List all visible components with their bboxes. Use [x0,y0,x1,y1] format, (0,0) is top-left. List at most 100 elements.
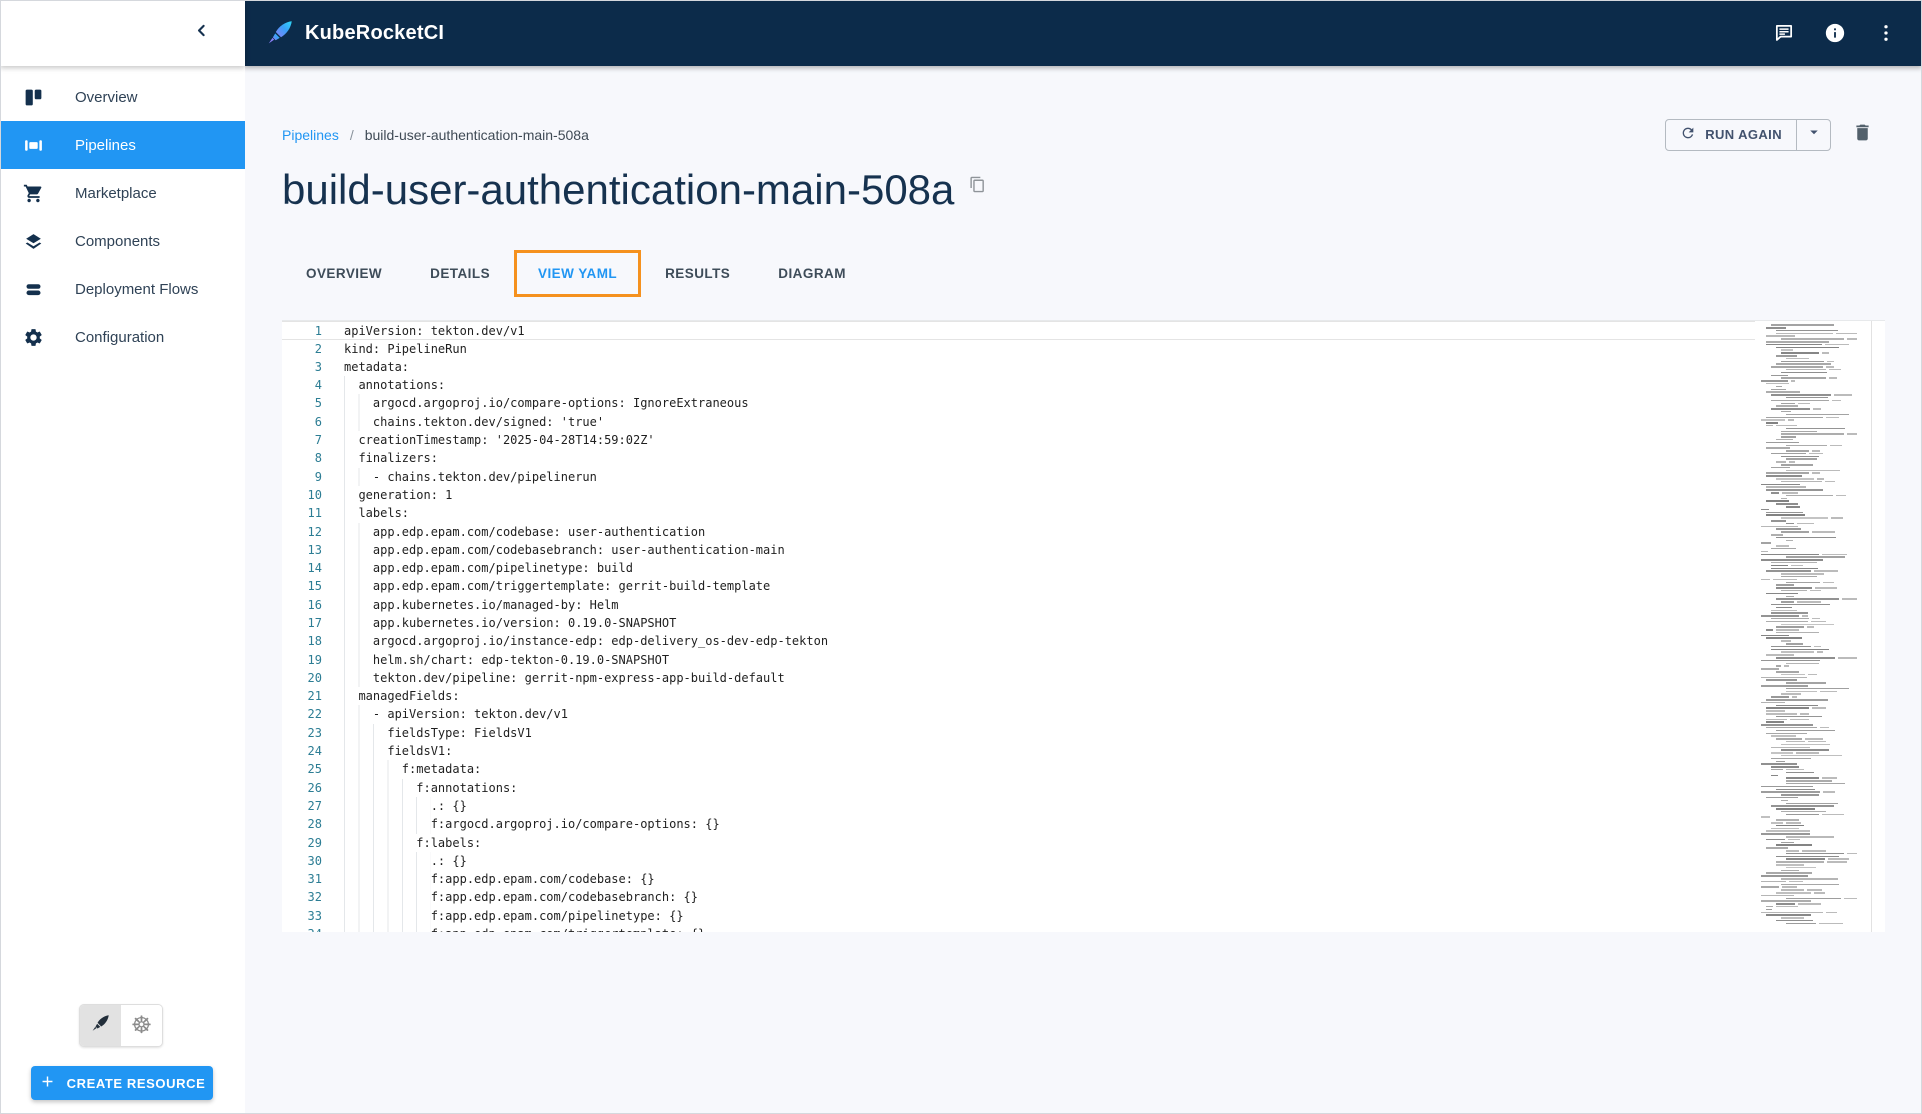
sidebar-collapse-button[interactable] [189,21,213,45]
yaml-line: 29 f:labels: [282,834,1755,852]
line-content: app.edp.epam.com/codebasebranch: user-au… [344,541,1755,559]
app-logo[interactable]: KubeRocketCI [265,18,444,48]
yaml-line: 9 - chains.tekton.dev/pipelinerun [282,468,1755,486]
line-number: 15 [282,577,322,595]
yaml-line: 1apiVersion: tekton.dev/v1 [282,321,1755,339]
line-number: 27 [282,797,322,815]
line-number: 26 [282,779,322,797]
yaml-editor[interactable]: 1apiVersion: tekton.dev/v12kind: Pipelin… [282,320,1885,932]
line-number: 12 [282,523,322,541]
yaml-line: 15 app.edp.epam.com/triggertemplate: ger… [282,577,1755,595]
yaml-line: 6 chains.tekton.dev/signed: 'true' [282,413,1755,431]
line-content: f:labels: [344,834,1755,852]
line-number: 30 [282,852,322,870]
line-content: f:annotations: [344,779,1755,797]
yaml-line: 27 .: {} [282,797,1755,815]
minimap[interactable] [1761,324,1857,926]
breadcrumb-pipelines-link[interactable]: Pipelines [282,127,339,143]
line-content: tekton.dev/pipeline: gerrit-npm-express-… [344,669,1755,687]
refresh-icon [1680,125,1696,144]
line-number: 33 [282,907,322,925]
line-content: app.kubernetes.io/managed-by: Helm [344,596,1755,614]
line-number: 16 [282,596,322,614]
sidebar-header [0,0,245,66]
yaml-line: 33 f:app.edp.epam.com/pipelinetype: {} [282,907,1755,925]
dashboard-icon [23,87,44,108]
line-number: 24 [282,742,322,760]
line-number: 5 [282,394,322,412]
copy-title-button[interactable] [969,176,986,198]
krci-view-toggle[interactable] [80,1005,121,1046]
kubernetes-wheel-icon: ☸ [131,1014,153,1038]
info-icon[interactable] [1823,21,1847,45]
kubernetes-view-toggle[interactable]: ☸ [121,1005,162,1046]
line-content: f:app.edp.epam.com/pipelinetype: {} [344,907,1755,925]
flows-icon [23,279,44,300]
sidebar-nav: Overview Pipelines Marketplace Components De… [0,73,245,361]
line-content: creationTimestamp: '2025-04-28T14:59:02Z… [344,431,1755,449]
kebab-menu-icon[interactable] [1874,21,1898,45]
sidebar-item-overview[interactable]: Overview [0,73,245,121]
line-number: 13 [282,541,322,559]
sidebar-item-pipelines[interactable]: Pipelines [0,121,245,169]
tab-view-yaml[interactable]: VIEW YAML [514,250,641,297]
app-bar: KubeRocketCI [245,0,1922,66]
yaml-line: 3metadata: [282,358,1755,376]
line-content: .: {} [344,797,1755,815]
line-number: 3 [282,358,322,376]
tab-overview[interactable]: OVERVIEW [282,250,406,297]
line-number: 31 [282,870,322,888]
app-title: KubeRocketCI [305,22,444,45]
line-content: apiVersion: tekton.dev/v1 [344,322,1755,338]
tab-details[interactable]: DETAILS [406,250,514,297]
line-number: 8 [282,449,322,467]
feedback-chat-icon[interactable] [1772,21,1796,45]
line-content: chains.tekton.dev/signed: 'true' [344,413,1755,431]
sidebar-item-deployment-flows[interactable]: Deployment Flows [0,265,245,313]
sidebar-item-label: Deployment Flows [75,281,198,298]
run-again-dropdown-button[interactable] [1796,120,1830,150]
yaml-line: 17 app.kubernetes.io/version: 0.19.0-SNA… [282,614,1755,632]
yaml-line: 32 f:app.edp.epam.com/codebasebranch: {} [282,888,1755,906]
run-again-button[interactable]: RUN AGAIN [1666,120,1796,150]
yaml-line: 20 tekton.dev/pipeline: gerrit-npm-expre… [282,669,1755,687]
yaml-line: 21 managedFields: [282,687,1755,705]
delete-button[interactable] [1850,123,1874,147]
line-content: app.edp.epam.com/pipelinetype: build [344,559,1755,577]
line-content: f:metadata: [344,760,1755,778]
run-again-label: RUN AGAIN [1705,127,1782,142]
copy-icon [969,180,986,197]
line-content: f:app.edp.epam.com/codebasebranch: {} [344,888,1755,906]
sidebar-item-configuration[interactable]: Configuration [0,313,245,361]
sidebar-item-label: Marketplace [75,185,157,202]
line-content: kind: PipelineRun [344,340,1755,358]
create-resource-label: CREATE RESOURCE [67,1076,206,1091]
layers-icon [23,231,44,252]
yaml-line: 7 creationTimestamp: '2025-04-28T14:59:0… [282,431,1755,449]
yaml-line: 8 finalizers: [282,449,1755,467]
create-resource-button[interactable]: CREATE RESOURCE [31,1066,213,1100]
tab-results[interactable]: RESULTS [641,250,754,297]
line-number: 6 [282,413,322,431]
line-number: 17 [282,614,322,632]
line-content: .: {} [344,852,1755,870]
line-content: app.edp.epam.com/codebase: user-authenti… [344,523,1755,541]
yaml-lines: 1apiVersion: tekton.dev/v12kind: Pipelin… [282,321,1885,932]
yaml-line: 14 app.edp.epam.com/pipelinetype: build [282,559,1755,577]
line-number: 22 [282,705,322,723]
breadcrumb-separator: / [350,127,354,143]
line-number: 9 [282,468,322,486]
line-number: 14 [282,559,322,577]
yaml-line: 16 app.kubernetes.io/managed-by: Helm [282,596,1755,614]
sidebar-item-label: Pipelines [75,137,136,154]
tab-diagram[interactable]: DIAGRAM [754,250,870,297]
line-content: f:argocd.argoproj.io/compare-options: {} [344,815,1755,833]
line-content: f:app.edp.epam.com/triggertemplate: {} [344,925,1755,932]
sidebar-item-components[interactable]: Components [0,217,245,265]
sidebar-item-marketplace[interactable]: Marketplace [0,169,245,217]
yaml-line: 26 f:annotations: [282,779,1755,797]
quill-rocket-icon [90,1013,111,1039]
yaml-line: 23 fieldsType: FieldsV1 [282,724,1755,742]
yaml-line: 34 f:app.edp.epam.com/triggertemplate: {… [282,925,1755,932]
line-content: fieldsV1: [344,742,1755,760]
